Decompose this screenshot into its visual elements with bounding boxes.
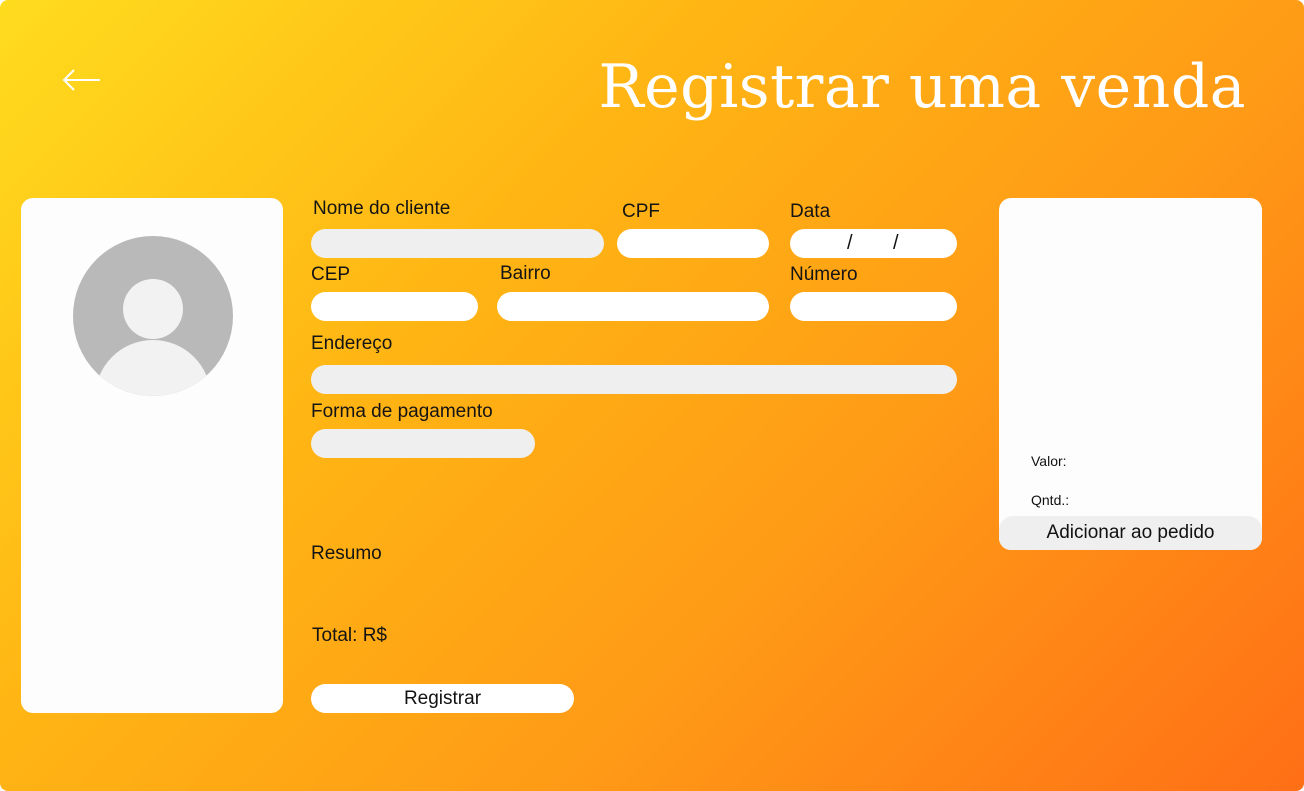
avatar-panel bbox=[21, 198, 283, 713]
date-separator: / bbox=[893, 232, 899, 254]
cep-field[interactable] bbox=[311, 292, 478, 321]
total-label: Total: R$ bbox=[312, 625, 387, 646]
endereco-field[interactable] bbox=[311, 365, 957, 394]
date-separator: / bbox=[847, 232, 853, 254]
avatar-head bbox=[123, 279, 183, 339]
page-title: Registrar uma venda bbox=[598, 52, 1246, 122]
numero-field[interactable] bbox=[790, 292, 957, 321]
avatar-body bbox=[95, 340, 211, 396]
bairro-label: Bairro bbox=[500, 263, 551, 284]
date-field[interactable]: / / bbox=[790, 229, 957, 258]
registrar-button[interactable]: Registrar bbox=[311, 684, 574, 713]
app-window: Registrar uma venda Nome do cliente CPF … bbox=[0, 0, 1304, 791]
arrow-left-icon[interactable] bbox=[62, 62, 102, 96]
cpf-label: CPF bbox=[622, 201, 660, 222]
numero-label: Número bbox=[790, 264, 858, 285]
valor-label: Valor: bbox=[1031, 453, 1067, 469]
bairro-field[interactable] bbox=[497, 292, 769, 321]
pagamento-label: Forma de pagamento bbox=[311, 401, 493, 422]
cpf-field[interactable] bbox=[617, 229, 769, 258]
resumo-label: Resumo bbox=[311, 543, 382, 564]
nome-label: Nome do cliente bbox=[313, 198, 451, 219]
qntd-label: Qntd.: bbox=[1031, 492, 1070, 508]
cep-label: CEP bbox=[311, 264, 351, 285]
product-panel: Valor: Qntd.: Adicionar ao pedido bbox=[999, 198, 1262, 550]
endereco-label: Endereço bbox=[311, 333, 393, 354]
nome-field[interactable] bbox=[311, 229, 604, 258]
data-label: Data bbox=[790, 201, 831, 222]
user-avatar-icon bbox=[73, 236, 233, 396]
add-to-order-button[interactable]: Adicionar ao pedido bbox=[999, 516, 1262, 550]
pagamento-field[interactable] bbox=[311, 429, 535, 458]
